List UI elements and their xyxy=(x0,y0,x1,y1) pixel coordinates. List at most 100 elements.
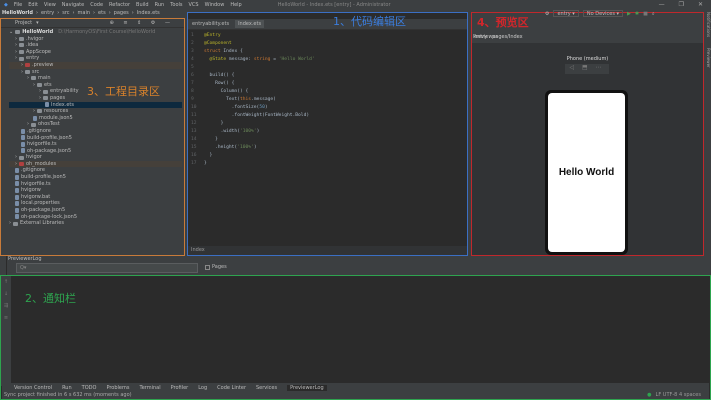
tree-item-label: module.json5 xyxy=(39,114,73,121)
tree-item[interactable]: oh-package.json5 xyxy=(9,148,182,155)
menu-code[interactable]: Code xyxy=(90,2,103,8)
chevron-icon: › xyxy=(27,121,29,128)
tree-item[interactable]: › .hvigor xyxy=(9,36,182,43)
folder-icon xyxy=(19,155,24,160)
settings-icon[interactable]: ⚙ xyxy=(545,11,549,17)
tree-item[interactable]: › hvigor xyxy=(9,154,182,161)
tree-item[interactable]: module.json5 xyxy=(9,115,182,122)
minimize-button[interactable]: — xyxy=(659,1,665,8)
tree-item[interactable]: oh-package-lock.json5 xyxy=(9,214,182,221)
menu-navigate[interactable]: Navigate xyxy=(62,2,84,8)
debug-icon[interactable]: ✱ xyxy=(635,11,639,17)
tree-item[interactable]: Index.ets xyxy=(9,101,182,109)
tool-tab-run[interactable]: Run xyxy=(62,385,72,391)
menu-bar: ◆ File Edit View Navigate Code Refactor Build R… xyxy=(0,0,711,9)
tree-item[interactable]: build-profile.json5 xyxy=(9,174,182,181)
menu-window[interactable]: Window xyxy=(205,2,225,8)
tree-item-label: .idea xyxy=(26,42,39,49)
project-view-selector[interactable]: Project xyxy=(15,20,32,26)
tree-item[interactable]: › .preview xyxy=(9,61,182,69)
chevron-down-icon[interactable]: ▾ xyxy=(36,20,39,26)
breadcrumb-item[interactable]: pages xyxy=(114,10,129,16)
code-line: 7 Row() { xyxy=(188,80,467,88)
status-right: LF UTF-8 4 spaces xyxy=(655,392,701,398)
tree-item-label: hvigorw.bat xyxy=(21,193,51,200)
tree-item-label: Index.ets xyxy=(51,101,74,108)
code-area[interactable]: 1 @Entry 2 @Component 3 struct Index {4 @Stat… xyxy=(188,32,467,246)
maximize-button[interactable]: ❐ xyxy=(679,1,684,8)
tool-tab-log[interactable]: Log xyxy=(198,385,207,391)
tree-item[interactable]: hvigorfile.ts xyxy=(9,181,182,188)
tree-root[interactable]: ⌄ HelloWorld D:\HarmonyOS\First Course\Hel… xyxy=(9,29,182,36)
panel-actions-icon[interactable]: ⊕ ≡ ⇕ ⚙ — xyxy=(110,20,174,26)
tool-tab-previewerlog[interactable]: PreviewerLog xyxy=(287,384,327,391)
run-config-select[interactable]: entry ▾ xyxy=(553,10,579,17)
tree-item[interactable]: local.properties xyxy=(9,200,182,207)
breadcrumb-item[interactable]: src xyxy=(62,10,69,16)
line-number: 1 xyxy=(191,33,194,38)
tree-item[interactable]: › ohosTest xyxy=(9,121,182,128)
tool-tab-problems[interactable]: Problems xyxy=(106,385,129,391)
breadcrumb-item[interactable]: HelloWorld xyxy=(2,10,33,16)
tool-tab-services[interactable]: Services xyxy=(256,385,277,391)
tool-tab-code-linter[interactable]: Code Linter xyxy=(217,385,246,391)
tree-item[interactable]: .gitignore xyxy=(9,167,182,174)
menu-refactor[interactable]: Refactor xyxy=(109,2,130,8)
breadcrumb-separator: › xyxy=(131,10,134,16)
breadcrumb-item[interactable]: entry xyxy=(41,10,54,16)
tree-item[interactable]: › .idea xyxy=(9,42,182,49)
tree-item[interactable]: build-profile.json5 xyxy=(9,135,182,142)
tab-entryability[interactable]: entryability.ets xyxy=(192,21,229,27)
tool-tab-version-control[interactable]: Version Control xyxy=(14,385,52,391)
pages-checkbox[interactable] xyxy=(205,264,210,270)
menu-view[interactable]: View xyxy=(44,2,56,8)
device-name: Phone (medium) xyxy=(566,56,609,62)
menu-vcs[interactable]: VCS xyxy=(189,2,199,8)
phone-preview: Hello World xyxy=(545,90,628,255)
tree-item[interactable]: .gitignore xyxy=(9,128,182,135)
stop-icon[interactable]: ■ xyxy=(643,11,648,17)
tab-index[interactable]: Index.ets xyxy=(235,20,265,28)
tree-item[interactable]: hvigorfile.ts xyxy=(9,141,182,148)
menu-file[interactable]: File xyxy=(14,2,22,8)
tree-item[interactable]: hvigorw.bat xyxy=(9,194,182,201)
search-icon[interactable]: ⌕ xyxy=(652,11,655,17)
tool-tab-todo[interactable]: TODO xyxy=(82,385,97,391)
breadcrumb-item[interactable]: main xyxy=(78,10,91,16)
line-number: 10 xyxy=(191,105,197,110)
tree-item[interactable]: hvigorw xyxy=(9,187,182,194)
menu-run[interactable]: Run xyxy=(155,2,165,8)
tree-item[interactable]: › AppScope xyxy=(9,49,182,56)
tree-item[interactable]: › oh_modules xyxy=(9,160,182,168)
rotate-controls[interactable]: ◁ ⬒ ⋯ xyxy=(565,64,609,74)
folder-icon xyxy=(19,162,24,167)
tree-item[interactable]: › src xyxy=(9,69,182,76)
menu-edit[interactable]: Edit xyxy=(28,2,38,8)
tree-item[interactable]: › main xyxy=(9,75,182,82)
previewer-tab[interactable]: Previewer xyxy=(706,48,711,68)
line-number: 15 xyxy=(191,145,197,150)
breadcrumb-separator: › xyxy=(57,10,60,16)
log-filter-input[interactable]: Q▾ xyxy=(16,263,198,273)
tree-item[interactable]: › entry xyxy=(9,55,182,62)
chevron-icon: › xyxy=(21,68,23,75)
notifications-tab[interactable]: Notifications xyxy=(706,12,711,37)
folder-icon xyxy=(37,109,42,114)
tree-item[interactable]: › External Libraries xyxy=(9,220,182,227)
log-side-actions[interactable]: ↑ ↓ ⇶ ≡ xyxy=(1,276,11,386)
breadcrumb-item[interactable]: ets xyxy=(98,10,106,16)
preview-route: entry : pages/Index xyxy=(474,34,523,40)
tree-item[interactable]: › resources xyxy=(9,108,182,115)
menu-build[interactable]: Build xyxy=(136,2,149,8)
tool-tab-profiler[interactable]: Profiler xyxy=(171,385,189,391)
run-icon[interactable]: ▶ xyxy=(627,11,631,17)
code-text: } xyxy=(204,121,224,126)
breadcrumb-item[interactable]: Index.ets xyxy=(137,10,160,16)
tool-tab-terminal[interactable]: Terminal xyxy=(139,385,160,391)
device-select[interactable]: No Devices ▾ xyxy=(582,10,624,17)
tree-item[interactable]: oh-package.json5 xyxy=(9,207,182,214)
menu-help[interactable]: Help xyxy=(230,2,241,8)
close-button[interactable]: ✕ xyxy=(698,1,703,8)
menu-tools[interactable]: Tools xyxy=(170,2,182,8)
file-icon xyxy=(15,188,19,194)
